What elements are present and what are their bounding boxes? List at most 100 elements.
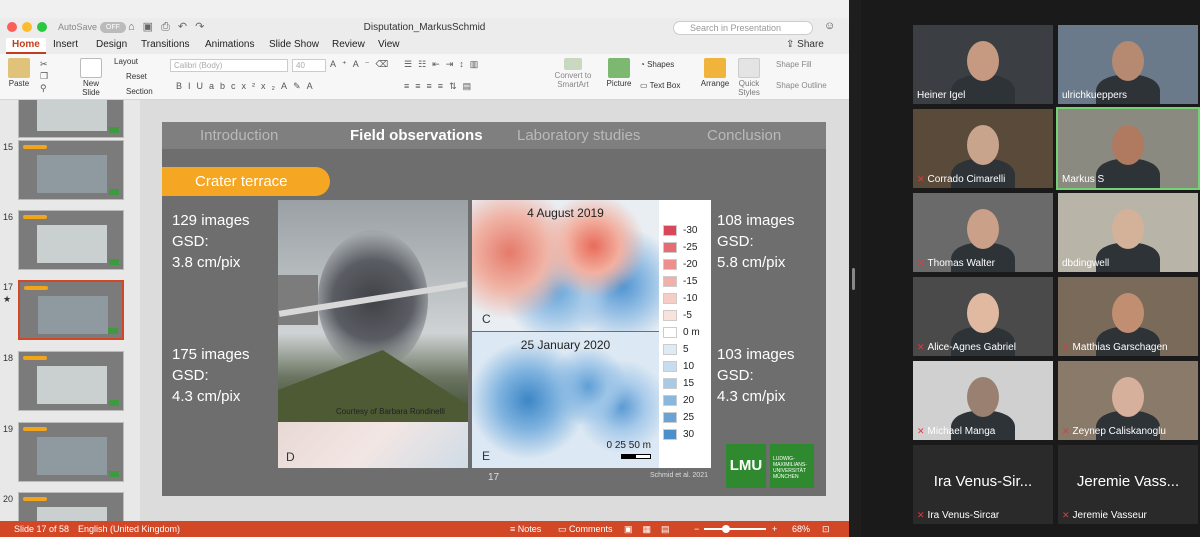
participant-tile[interactable]: Jeremie Vass... ✕ Jeremie Vasseur [1058,445,1198,524]
zoom-slider[interactable] [704,528,766,530]
language-status[interactable]: English (United Kingdom) [78,521,180,537]
participant-tile[interactable]: ✕ Matthias Garschagen [1058,277,1198,356]
slide-thumbnail[interactable] [18,351,124,411]
stat-value: 3.8 cm/pix [172,254,241,271]
slide-thumbnail[interactable] [18,492,124,521]
font-color-icon[interactable]: A [307,81,319,91]
underline-icon[interactable]: U [197,81,210,91]
format-painter-icon[interactable]: ⚲ [40,83,47,93]
new-slide-button[interactable]: New Slide [78,58,104,97]
paste-button[interactable]: Paste [6,58,32,88]
section-button[interactable]: Section [126,87,153,96]
zoom-level[interactable]: 68% [792,521,810,537]
share-button[interactable]: ⇪ Share [786,39,824,50]
text-effects-icon[interactable]: A [281,81,293,91]
bold-icon[interactable]: B [176,81,188,91]
participant-tile[interactable]: ✕ Zeynep Caliskanoglu [1058,361,1198,440]
participant-tile[interactable]: ✕ Alice-Agnes Gabriel [913,277,1053,356]
legend-swatch [663,327,677,338]
feedback-icon[interactable]: ☺ [824,20,835,32]
participant-tile[interactable]: Markus S [1056,107,1200,190]
tab-transitions[interactable]: Transitions [141,38,190,54]
thumbnail-logo [109,259,119,265]
participant-tile[interactable]: ✕ Michael Manga [913,361,1053,440]
reset-button[interactable]: Reset [126,72,147,81]
tab-animations[interactable]: Animations [205,38,254,54]
shrink-font-icon[interactable]: A⁻ [353,59,376,69]
increase-indent-icon[interactable]: ⇥ [446,59,460,69]
shapes-button[interactable]: ◔ Shapes [640,60,674,69]
grow-font-icon[interactable]: A⁺ [330,59,353,69]
participant-tile[interactable]: ✕ Thomas Walter [913,193,1053,272]
slide-thumbnail[interactable] [18,140,124,200]
fit-slide-icon[interactable]: ⊡ [822,521,830,537]
clear-format-icon[interactable]: ⌫ [376,59,395,69]
align-text-icon[interactable]: ▤ [463,81,478,91]
subscript-icon[interactable]: x₂ [261,81,281,91]
reading-view-icon[interactable]: ▤ [661,524,680,534]
align-right-icon[interactable]: ≡ [427,81,438,91]
cut-icon[interactable]: ✂ [40,59,48,69]
legend-label: 5 [683,344,689,355]
highlight-icon[interactable]: ✎ [293,81,307,91]
slide-thumbnail[interactable] [18,280,124,340]
line-spacing-icon[interactable]: ↕ [459,59,470,69]
normal-view-icon[interactable]: ▣ [624,524,643,534]
zoom-out-button[interactable]: − [694,521,699,537]
tab-view[interactable]: View [378,38,400,54]
stat-bottom-left: 175 images GSD: 4.3 cm/pix [172,344,250,407]
layout-button[interactable]: Layout [114,57,138,66]
slide-thumbnail[interactable] [18,210,124,270]
search-input[interactable]: Search in Presentation [673,21,813,35]
superscript-icon[interactable]: x² [242,81,262,91]
slide-sorter-icon[interactable]: ▦ [643,524,662,534]
numbering-icon[interactable]: ☷ [418,59,432,69]
participant-name-label: ✕ Alice-Agnes Gabriel [917,342,1016,353]
citation: Schmid et al. 2021 [650,472,708,479]
picture-button[interactable]: Picture [604,58,634,88]
participant-tile[interactable]: Ira Venus-Sir... ✕ Ira Venus-Sircar [913,445,1053,524]
columns-icon[interactable]: ▥ [470,59,485,69]
shape-outline-button[interactable]: Shape Outline [776,81,827,90]
participant-tile[interactable]: ulrichkueppers [1058,25,1198,104]
slide-thumbnail[interactable] [18,422,124,482]
justify-icon[interactable]: ≡ [438,81,449,91]
quick-styles-button[interactable]: Quick Styles [734,58,764,97]
font-size-select[interactable]: 40 [292,59,326,72]
font-name-select[interactable]: Calibri (Body) [170,59,288,72]
strikethrough-icon[interactable]: abc [209,81,242,91]
arrange-button[interactable]: Arrange [700,58,730,88]
slide-17[interactable]: Introduction Field observations Laborato… [162,122,826,496]
slide-thumbnails-pane: 15 16 17 18 19 20 ★ [0,100,140,521]
participant-tile[interactable]: Heiner Igel [913,25,1053,104]
zoom-slider-knob[interactable] [722,525,730,533]
shape-fill-button[interactable]: Shape Fill [776,60,812,69]
bullets-icon[interactable]: ☰ [404,59,418,69]
text-direction-icon[interactable]: ⇅ [449,81,463,91]
align-left-icon[interactable]: ≡ [404,81,415,91]
participant-tile[interactable]: ✕ Corrado Cimarelli [913,109,1053,188]
participant-tile[interactable]: dbdingwell [1058,193,1198,272]
zoom-in-button[interactable]: + [772,521,777,537]
notes-button[interactable]: ≡ Notes [510,521,541,537]
align-center-icon[interactable]: ≡ [415,81,426,91]
title-bar: AutoSave OFF ⌂▣⎙↶↷ Disputation_MarkusSchm… [0,18,849,38]
stat-value: 5.8 cm/pix [717,254,786,271]
participant-name: Michael Manga [927,426,996,437]
split-divider[interactable] [849,0,861,537]
italic-icon[interactable]: I [188,81,197,91]
copy-icon[interactable]: ❐ [40,71,48,81]
decrease-indent-icon[interactable]: ⇤ [432,59,446,69]
text-box-button[interactable]: ▭ Text Box [640,81,680,90]
divider-grip[interactable] [852,268,855,290]
tab-insert[interactable]: Insert [53,38,78,54]
slide-thumbnail[interactable] [18,100,124,138]
tab-slide-show[interactable]: Slide Show [269,38,319,54]
tab-home[interactable]: Home [6,38,46,54]
slide-nav-bar: Introduction Field observations Laborato… [162,122,826,149]
tab-design[interactable]: Design [96,38,127,54]
tab-review[interactable]: Review [332,38,365,54]
convert-smartart-button[interactable]: Convert to SmartArt [548,58,598,89]
lmu-logo-mark: LMU [726,444,766,488]
comments-button[interactable]: ▭ Comments [558,521,613,537]
